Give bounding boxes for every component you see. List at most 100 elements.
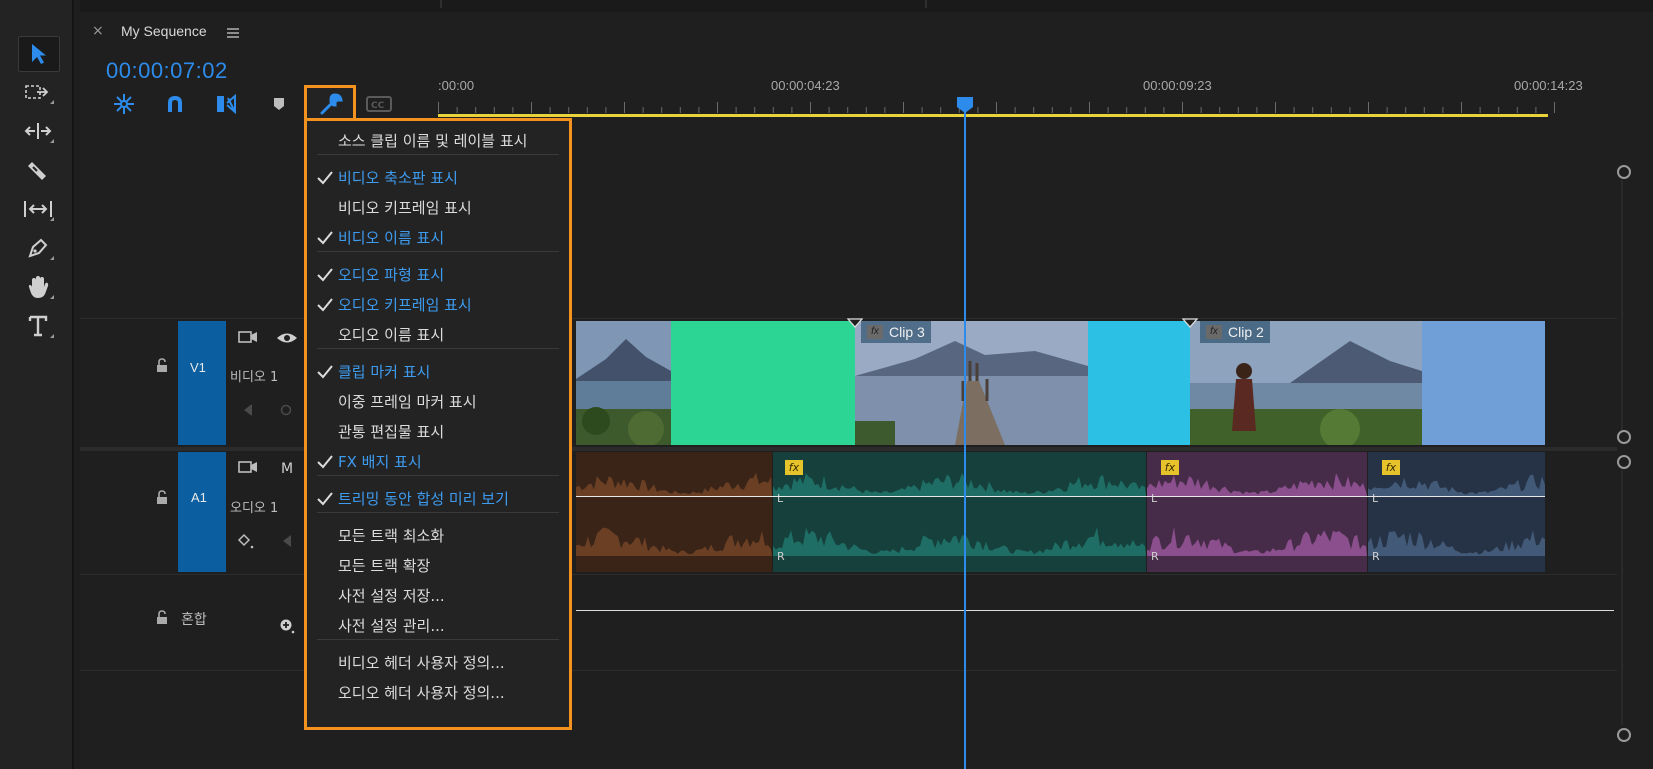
menu-item[interactable]: 비디오 키프레임 표시 bbox=[307, 192, 569, 222]
checkmark-icon bbox=[317, 231, 333, 245]
track-select-forward-icon[interactable] bbox=[18, 75, 58, 109]
v1-lock-icon[interactable] bbox=[156, 358, 168, 373]
scroll-handle-bottom[interactable] bbox=[1617, 430, 1631, 444]
video-scrollbar[interactable] bbox=[1621, 180, 1623, 430]
waveform-shape bbox=[773, 472, 1146, 496]
type-tool-icon[interactable] bbox=[18, 309, 58, 343]
playhead-line[interactable] bbox=[964, 100, 966, 769]
tab-close-button[interactable]: × bbox=[92, 23, 104, 39]
audio-clip-teal[interactable]: fx L R bbox=[773, 452, 1146, 572]
audio-fx-badge-icon: fx bbox=[1382, 460, 1400, 475]
mute-track-button[interactable]: M bbox=[281, 461, 293, 477]
ripple-edit-tool-icon[interactable] bbox=[18, 114, 58, 148]
time-ruler[interactable] bbox=[438, 100, 1598, 114]
ruler-label: 00:00:14:23 bbox=[1514, 78, 1583, 93]
pen-tool-icon[interactable] bbox=[18, 231, 58, 265]
waveform-shape bbox=[1147, 527, 1367, 556]
menu-item[interactable]: 오디오 헤더 사용자 정의... bbox=[307, 677, 569, 707]
hand-tool-icon[interactable] bbox=[18, 270, 58, 304]
audio-clip-slate[interactable]: fx L R bbox=[1368, 452, 1545, 572]
razor-tool-icon[interactable] bbox=[18, 153, 58, 187]
scroll-handle-top[interactable] bbox=[1617, 455, 1631, 469]
menu-item[interactable]: 관통 편집물 표시 bbox=[307, 416, 569, 446]
audio-fx-badge-icon: fx bbox=[1161, 460, 1179, 475]
menu-item[interactable]: 사전 설정 관리... bbox=[307, 610, 569, 640]
menu-item[interactable]: 사전 설정 저장... bbox=[307, 580, 569, 610]
toggle-sync-lock-icon[interactable] bbox=[238, 330, 258, 346]
menu-item[interactable]: 모든 트랙 확장 bbox=[307, 550, 569, 580]
timeline-settings-button[interactable] bbox=[304, 85, 356, 121]
menu-item-label: 모든 트랙 최소화 bbox=[338, 527, 445, 545]
slip-tool-icon[interactable] bbox=[18, 192, 58, 226]
menu-item-label: 소스 클립 이름 및 레이블 표시 bbox=[338, 132, 528, 150]
menu-item[interactable]: 오디오 키프레임 표시 bbox=[307, 289, 569, 319]
audio-scrollbar[interactable] bbox=[1621, 470, 1623, 725]
checkmark-icon bbox=[317, 492, 333, 506]
video-clip-cyan[interactable] bbox=[1088, 321, 1190, 445]
menu-item[interactable]: 비디오 이름 표시 bbox=[307, 222, 569, 252]
menu-item[interactable]: 이중 프레임 마커 표시 bbox=[307, 386, 569, 416]
sequence-tab-title[interactable]: My Sequence bbox=[121, 23, 207, 39]
wrench-icon bbox=[320, 93, 343, 115]
playhead-handle[interactable] bbox=[956, 96, 974, 114]
keyframe-options-icon[interactable] bbox=[237, 533, 257, 551]
eye-icon[interactable] bbox=[276, 332, 298, 344]
nest-sequence-icon[interactable] bbox=[111, 92, 137, 116]
menu-item[interactable]: 오디오 이름 표시 bbox=[307, 319, 569, 349]
menu-item-label: 비디오 축소판 표시 bbox=[338, 169, 458, 187]
menu-item[interactable]: 클립 마커 표시 bbox=[307, 356, 569, 386]
left-channel-label: L bbox=[1372, 492, 1379, 505]
right-channel-label: R bbox=[1372, 550, 1380, 563]
waveform-shape bbox=[1147, 473, 1367, 496]
menu-item-label: 사전 설정 관리... bbox=[338, 617, 445, 635]
video-clip-green[interactable] bbox=[671, 321, 855, 445]
scroll-handle-bottom[interactable] bbox=[1617, 728, 1631, 742]
video-clip-2[interactable]: fx Clip 2 bbox=[1190, 321, 1422, 445]
v1-target-button[interactable]: V1 bbox=[178, 321, 226, 445]
a1-lock-icon[interactable] bbox=[156, 490, 168, 505]
video-clip-blue[interactable] bbox=[1422, 321, 1545, 445]
menu-item[interactable]: 트리밍 동안 합성 미리 보기 bbox=[307, 483, 569, 513]
audio-clip-purple[interactable]: fx L R bbox=[1147, 452, 1367, 572]
playhead-timecode[interactable]: 00:00:07:02 bbox=[106, 58, 228, 84]
menu-item-label: 오디오 키프레임 표시 bbox=[338, 296, 472, 314]
mix-add-keyframe-icon[interactable] bbox=[279, 618, 297, 636]
snap-icon[interactable] bbox=[162, 92, 188, 116]
waveform-shape bbox=[1368, 474, 1545, 496]
clip-3-name: Clip 3 bbox=[889, 324, 925, 340]
transition-marker-icon[interactable] bbox=[1182, 318, 1198, 328]
audio-volume-line[interactable] bbox=[576, 496, 1545, 497]
menu-item[interactable]: 소스 클립 이름 및 레이블 표시 bbox=[307, 125, 569, 155]
right-channel-label: R bbox=[1151, 550, 1159, 563]
a1-sync-lock-icon[interactable] bbox=[238, 460, 258, 476]
mix-lock-icon[interactable] bbox=[156, 610, 168, 625]
work-area-bar[interactable] bbox=[438, 114, 1548, 117]
clip-2-label: fx Clip 2 bbox=[1200, 321, 1270, 343]
menu-item[interactable]: 비디오 축소판 표시 bbox=[307, 162, 569, 192]
video-clip-3[interactable]: fx Clip 3 bbox=[855, 321, 1088, 445]
menu-item[interactable]: FX 배지 표시 bbox=[307, 446, 569, 476]
menu-item[interactable]: 모든 트랙 최소화 bbox=[307, 520, 569, 550]
add-marker-icon[interactable] bbox=[266, 92, 292, 116]
transition-marker-icon[interactable] bbox=[847, 318, 863, 328]
menu-item[interactable]: 오디오 파형 표시 bbox=[307, 259, 569, 289]
audio-clip-brown[interactable] bbox=[576, 452, 772, 572]
checkmark-icon bbox=[317, 365, 333, 379]
add-keyframe-icon[interactable] bbox=[280, 404, 292, 416]
video-clip-thumbnail[interactable] bbox=[576, 321, 671, 445]
ruler-label: 00:00:04:23 bbox=[771, 78, 840, 93]
menu-item[interactable]: 비디오 헤더 사용자 정의... bbox=[307, 647, 569, 677]
mix-track-name: 혼합 bbox=[181, 612, 207, 628]
previous-keyframe-icon[interactable] bbox=[243, 403, 253, 417]
captions-icon[interactable]: CC bbox=[366, 92, 392, 116]
menu-item-label: 비디오 이름 표시 bbox=[338, 229, 445, 247]
a1-previous-keyframe-icon[interactable] bbox=[282, 534, 292, 548]
a1-target-button[interactable]: A1 bbox=[178, 452, 226, 572]
menu-item-label: 오디오 헤더 사용자 정의... bbox=[338, 684, 505, 702]
selection-tool-icon[interactable] bbox=[18, 36, 60, 72]
linked-selection-icon[interactable] bbox=[213, 92, 239, 116]
panel-menu-icon[interactable] bbox=[226, 24, 240, 43]
scroll-handle-top[interactable] bbox=[1617, 165, 1631, 179]
mix-volume-line[interactable] bbox=[576, 610, 1614, 611]
menu-item-label: FX 배지 표시 bbox=[338, 453, 422, 471]
